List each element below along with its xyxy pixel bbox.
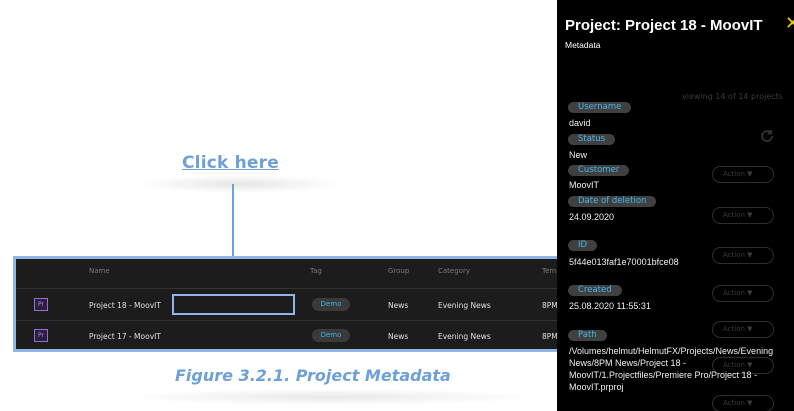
panel-title: Project: Project 18 - MoovIT	[565, 17, 763, 34]
column-header-name: Name	[89, 267, 110, 275]
action-button[interactable]: Action ▼	[712, 321, 774, 338]
panel-subtitle: Metadata	[565, 40, 601, 50]
viewing-count: viewing 14 of 14 projects	[682, 92, 783, 101]
figure-caption: Figure 3.2.1. Project Metadata	[175, 366, 451, 385]
template-cell: 8PM	[542, 332, 558, 341]
username-label: Username	[568, 102, 632, 113]
group-cell: News	[388, 301, 409, 310]
created-value: 25.08.2020 11:55:31	[569, 301, 651, 311]
deletion-date-label: Date of deletion	[568, 196, 657, 207]
path-value: /Volumes/helmut/HelmutFX/Projects/News/E…	[569, 346, 774, 392]
customer-value: MoovIT	[569, 180, 600, 190]
status-value: New	[569, 150, 588, 160]
group-cell: News	[388, 332, 409, 341]
divider	[16, 320, 580, 321]
status-label: Status	[568, 134, 616, 145]
username-value: david	[569, 118, 591, 128]
customer-label: Customer	[568, 165, 630, 176]
action-button[interactable]: Action ▼	[712, 285, 774, 302]
action-button[interactable]: Action ▼	[712, 395, 774, 411]
refresh-icon[interactable]	[759, 128, 775, 144]
tag-badge[interactable]: Demo	[312, 298, 350, 311]
id-value: 5f44e013faf1e70001bfce08	[569, 257, 679, 267]
created-label: Created	[568, 285, 622, 296]
metadata-highlight[interactable]	[172, 294, 295, 315]
tag-badge[interactable]: Demo	[312, 329, 350, 342]
premiere-pro-icon: Pr	[34, 298, 48, 311]
column-header-group: Group	[388, 267, 410, 275]
column-header-category: Category	[438, 267, 470, 275]
action-button[interactable]: Action ▼	[712, 207, 774, 224]
close-icon[interactable]: ✕	[785, 13, 794, 34]
path-label: Path	[568, 330, 607, 341]
deletion-date-value: 24.09.2020	[569, 212, 615, 222]
category-cell: Evening News	[438, 301, 491, 310]
divider	[16, 288, 580, 289]
shadow-decoration	[120, 389, 540, 405]
project-name[interactable]: Project 17 - MoovIT	[89, 332, 161, 341]
action-button[interactable]: Action ▼	[712, 166, 774, 183]
shadow-decoration	[140, 175, 340, 193]
category-cell: Evening News	[438, 332, 491, 341]
action-button[interactable]: Action ▼	[712, 247, 774, 264]
project-table: Name Tag Group Category Temp Pr Project …	[13, 256, 583, 352]
template-cell: 8PM	[542, 301, 558, 310]
project-name[interactable]: Project 18 - MoovIT	[89, 301, 161, 310]
column-header-tag: Tag	[310, 267, 322, 275]
click-here-link[interactable]: Click here	[182, 153, 279, 173]
premiere-pro-icon: Pr	[34, 329, 48, 342]
metadata-panel: viewing 14 of 14 projects Action ▼ Actio…	[557, 0, 794, 411]
arrow-shaft	[232, 184, 234, 260]
id-label: ID	[568, 240, 598, 251]
